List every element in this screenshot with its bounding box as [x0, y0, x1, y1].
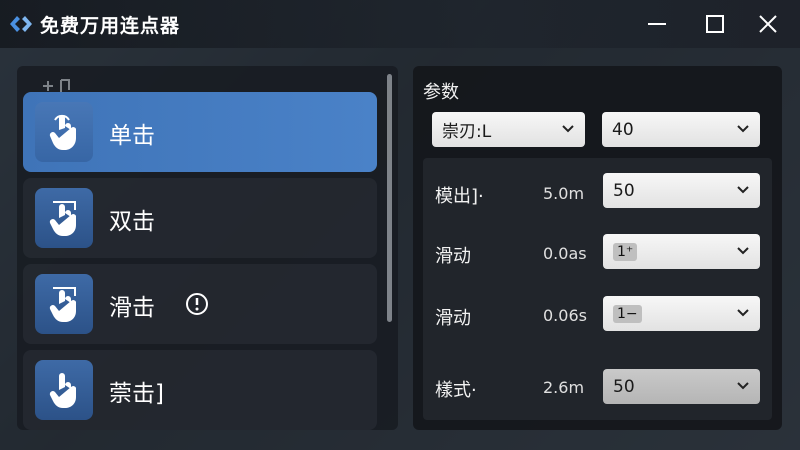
- action-list-panel: 单击 双击 滑击 萗击]: [17, 66, 398, 430]
- count-select[interactable]: 40: [602, 112, 760, 147]
- param-row-select[interactable]: 1−: [603, 296, 760, 331]
- param-row-value: 5.0m: [543, 184, 585, 203]
- hand-pointer-icon: [35, 360, 93, 420]
- close-button[interactable]: [753, 10, 783, 38]
- chevron-down-icon: [737, 247, 749, 255]
- minimize-button[interactable]: [642, 10, 672, 38]
- param-row-select-value: 50: [613, 376, 635, 397]
- param-row-value: 0.06s: [543, 306, 587, 325]
- param-row-label: 樣式·: [435, 380, 477, 401]
- action-label: 双击: [109, 209, 155, 235]
- chevron-down-icon: [737, 309, 749, 317]
- params-panel: 参数 崇刃:L 40 模出]· 5.0m 50 滑动 0.0as 1⁺ 滑动 0…: [413, 66, 782, 430]
- param-row-select[interactable]: 1⁺: [603, 234, 760, 269]
- maximize-button[interactable]: [700, 10, 730, 38]
- count-select-value: 40: [612, 119, 634, 140]
- title-bar[interactable]: 免费万用连点器: [0, 0, 800, 48]
- params-title: 参数: [423, 82, 459, 103]
- maximize-icon: [706, 15, 724, 33]
- action-item-single-click[interactable]: 单击: [23, 92, 377, 172]
- param-row-label: 滑动: [435, 246, 471, 267]
- param-row-select[interactable]: 50: [603, 173, 760, 208]
- app-window: 免费万用连点器 单击 双击 滑击 萗击] 参数 崇刃:L 40 模出]· 5.0…: [0, 0, 800, 450]
- param-row-select-value: 50: [613, 180, 635, 201]
- mode-select[interactable]: 崇刃:L: [432, 112, 585, 147]
- hand-pointer-icon: [35, 274, 93, 334]
- action-label: 单击: [109, 123, 155, 149]
- action-label: 萗击]: [109, 381, 164, 407]
- mode-select-value: 崇刃:L: [442, 122, 492, 142]
- close-icon: [759, 15, 777, 33]
- param-row-select[interactable]: 50: [603, 369, 760, 404]
- chevron-down-icon: [737, 125, 749, 133]
- param-row-value: 2.6m: [543, 378, 585, 397]
- param-row-label: 滑动: [435, 308, 471, 329]
- param-row-select-value: 1⁺: [613, 242, 638, 261]
- chevron-down-icon: [737, 382, 749, 390]
- app-title: 免费万用连点器: [40, 15, 181, 37]
- param-row-label: 模出]·: [435, 186, 484, 207]
- hand-pointer-icon: [35, 188, 93, 248]
- action-item-slide-click[interactable]: 滑击: [23, 264, 377, 344]
- chevron-down-icon: [562, 125, 574, 133]
- action-item-long-press[interactable]: 萗击]: [23, 350, 377, 430]
- hand-pointer-icon: [35, 102, 93, 162]
- param-row-value: 0.0as: [543, 244, 587, 263]
- scrollbar[interactable]: [387, 74, 392, 322]
- app-logo-icon: [10, 16, 32, 32]
- param-row-select-value: 1−: [613, 304, 642, 323]
- chevron-down-icon: [737, 186, 749, 194]
- action-label: 滑击: [109, 295, 155, 321]
- info-icon[interactable]: [185, 292, 209, 316]
- action-item-double-click[interactable]: 双击: [23, 178, 377, 258]
- minimize-icon: [648, 23, 666, 25]
